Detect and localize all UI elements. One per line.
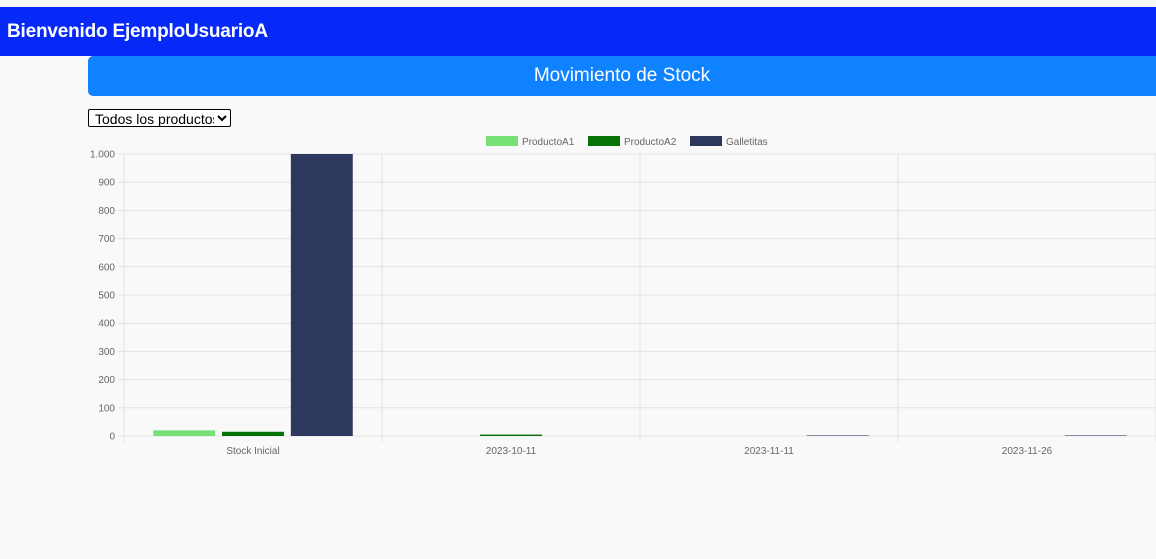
legend-swatch-productoa2 (588, 136, 620, 146)
y-tick-label: 500 (98, 291, 115, 302)
product-filter-select[interactable]: Todos los productos (88, 109, 231, 127)
bar-galletitas (290, 154, 353, 436)
bar-productoa2 (480, 434, 542, 436)
x-tick-label: 2023-11-26 (1002, 446, 1053, 457)
y-tick-label: 700 (98, 234, 115, 245)
y-tick-label: 900 (98, 178, 115, 189)
x-tick-label: Stock Inicial (226, 446, 279, 457)
x-tick-label: 2023-10-11 (486, 446, 537, 457)
legend-label: ProductoA2 (624, 137, 677, 148)
bar-productoa1 (153, 430, 216, 436)
y-tick-label: 400 (98, 319, 115, 330)
x-tick-label: 2023-11-11 (744, 446, 794, 457)
legend-swatch-productoa1 (486, 136, 518, 146)
stock-chart-svg: 0 100 200 300 400 500 600 700 800 900 1.000 Stock I… (90, 136, 1156, 457)
legend-label: ProductoA1 (522, 137, 575, 148)
top-bar: Bienvenido EjemploUsuarioA (0, 7, 1156, 56)
legend-swatch-galletitas (690, 136, 722, 146)
welcome-text: Bienvenido EjemploUsuarioA (7, 21, 268, 42)
y-tick-label: 200 (98, 375, 115, 386)
bar-galletitas (1064, 435, 1127, 436)
bar-galletitas (806, 435, 869, 436)
y-tick-label: 1.000 (90, 150, 115, 161)
legend-label: Galletitas (726, 137, 768, 148)
stock-chart: 0 100 200 300 400 500 600 700 800 900 1.000 Stock I… (0, 130, 1156, 470)
y-tick-label: 800 (98, 206, 115, 217)
y-tick-label: 0 (109, 432, 115, 443)
y-tick-label: 300 (98, 347, 115, 358)
y-tick-label: 100 (98, 403, 115, 414)
y-tick-label: 600 (98, 262, 115, 273)
section-title: Movimiento de Stock (88, 56, 1156, 96)
bar-productoa2 (222, 431, 284, 436)
